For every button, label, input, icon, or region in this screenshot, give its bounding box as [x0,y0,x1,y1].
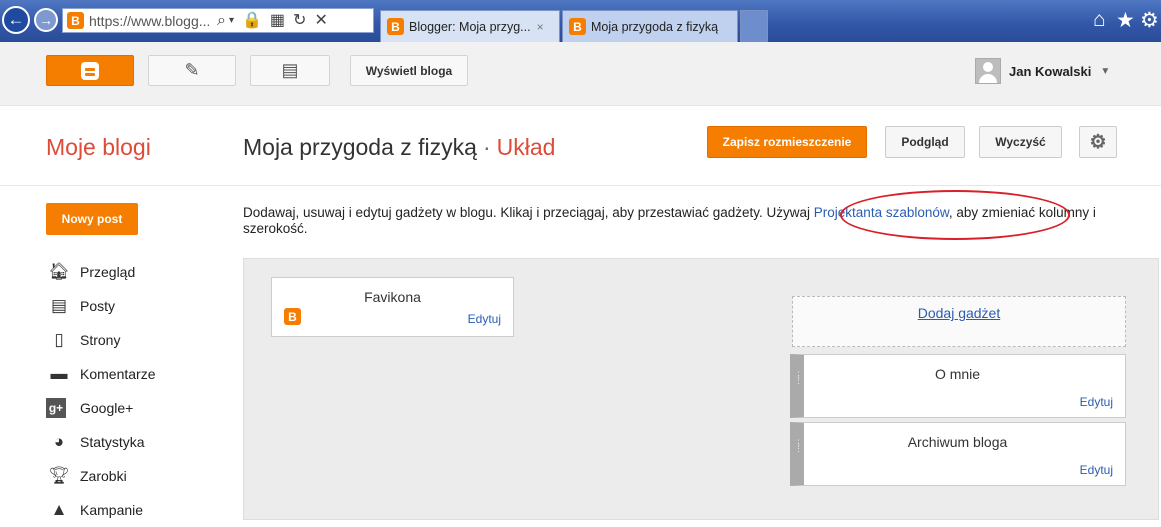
sidebar-item-label: Kampanie [80,502,144,518]
tab-label: Blogger: Moja przyg... [409,19,531,34]
sidebar-item-label: Komentarze [80,366,156,382]
annotation-circle [840,190,1070,240]
gadget-edit-link[interactable]: Edytuj [468,312,501,326]
gadget-title: O mnie [934,366,981,382]
description-text: Dodawaj, usuwaj i edytuj gadżety w blogu… [243,205,814,220]
section-name: Układ [496,134,556,160]
tab-blogger[interactable]: B Blogger: Moja przyg... × [380,10,560,42]
home-icon: 🏠︎ [48,262,70,281]
sidebar-item-overview[interactable]: 🏠︎ Przegląd [46,255,155,289]
address-bar[interactable]: B https://www.blogg... ⌕ ▾ 🔒 ▦ ↻ ✕ [62,8,374,33]
posts-list-button[interactable]: ▤ [250,55,330,86]
header-divider [0,185,1161,186]
url-text[interactable]: https://www.blogg... [89,13,209,29]
blogger-logo-icon [81,61,99,80]
campaigns-icon: ▲ [50,500,68,519]
gadget-edit-link[interactable]: Edytuj [1080,463,1113,477]
trophy-icon: 🏆︎ [48,466,70,485]
tab-label: Moja przygoda z fizyką [591,19,719,34]
favorites-star-icon[interactable]: ★ [1116,8,1135,33]
tab-blog[interactable]: B Moja przygoda z fizyką [562,10,738,42]
add-gadget-link[interactable]: Dodaj gadżet [792,296,1126,347]
clear-button[interactable]: Wyczyść [979,126,1062,158]
settings-button[interactable]: ⚙ [1079,126,1117,158]
sidebar-item-label: Statystyka [80,434,145,450]
home-icon[interactable]: ⌂ [1093,8,1106,32]
gadget-title: Archiwum bloga [907,434,1008,450]
blogger-favicon-icon: B [569,18,586,35]
sidebar-item-label: Strony [80,332,121,348]
sidebar-item-comments[interactable]: ▬ Komentarze [46,357,156,391]
dropdown-arrow-icon[interactable]: ▾ [229,13,234,29]
new-tab-button[interactable] [740,10,768,42]
gadget-favicon[interactable]: Favikona B Edytuj [271,277,514,337]
new-post-button[interactable]: Nowy post [46,203,138,235]
sidebar-item-label: Przegląd [80,264,136,280]
browser-chrome: ← → B https://www.blogg... ⌕ ▾ 🔒 ▦ ↻ ✕ B… [0,0,1161,42]
view-blog-button[interactable]: Wyświetl bloga [350,55,468,86]
drag-handle-icon[interactable]: ⋮ ⋮ [794,439,803,453]
lock-icon[interactable]: 🔒 [242,12,262,29]
search-icon[interactable]: ⌕ [217,12,226,29]
compatibility-icon[interactable]: ▦ [270,12,285,29]
sidebar-item-posts[interactable]: ▤ Posty [46,289,155,323]
preview-button[interactable]: Podgląd [885,126,965,158]
sidebar-item-label: Posty [80,298,116,314]
avatar [975,58,1001,84]
stop-icon[interactable]: ✕ [314,12,327,29]
gear-icon[interactable]: ⚙ [1140,8,1159,33]
blog-name: Moja przygoda z fizyką [243,134,477,160]
stats-icon: ◕ [53,432,65,451]
gadget-edit-link[interactable]: Edytuj [1080,395,1113,409]
sidebar-item-pages[interactable]: ▯ Strony [46,323,155,357]
forward-arrow-icon[interactable]: → [34,8,58,32]
posts-icon: ▤ [50,296,68,315]
refresh-icon[interactable]: ↻ [293,12,306,29]
blogger-favicon-icon: B [284,308,301,325]
save-layout-button[interactable]: Zapisz rozmieszczenie [707,126,867,158]
back-arrow-icon[interactable]: ← [2,6,30,34]
sidebar-item-earnings[interactable]: 🏆︎ Zarobki [46,459,155,493]
gadget-title: Favikona [364,289,421,305]
document-icon: ▤ [281,60,299,80]
sidebar-item-campaigns[interactable]: ▲ Kampanie [46,493,155,527]
close-tab-icon[interactable]: × [537,20,544,34]
sidebar-item-label: Google+ [80,400,134,416]
gadget-blog-archive[interactable]: ⋮ ⋮ Archiwum bloga Edytuj [790,422,1126,486]
sidebar-nav: 🏠︎ Przegląd ▤ Posty ▯ Strony ▬ Komentarz… [46,255,155,527]
gadget-about-me[interactable]: ⋮ ⋮ O mnie Edytuj [790,354,1126,418]
sidebar-item-google-plus[interactable]: g+ Google+ [46,391,155,425]
my-blogs-link[interactable]: Moje blogi [46,134,151,161]
gear-icon: ⚙ [1089,131,1107,153]
comments-icon: ▬ [50,364,68,383]
user-menu[interactable]: Jan Kowalski ▼ [975,58,1110,84]
blogger-logo-button[interactable] [46,55,134,86]
chevron-down-icon: ▼ [1100,65,1111,77]
pencil-icon: ✎ [184,60,200,80]
blogger-favicon-icon: B [67,12,84,29]
drag-handle-icon[interactable]: ⋮ ⋮ [794,371,803,385]
blogger-favicon-icon: B [387,18,404,35]
title-separator: · [482,134,491,160]
page-title: Moja przygoda z fizyką · Układ [243,134,555,161]
sidebar-item-stats[interactable]: ◕ Statystyka [46,425,155,459]
sidebar-item-label: Zarobki [80,468,127,484]
pages-icon: ▯ [54,330,64,349]
google-plus-icon: g+ [46,398,66,418]
user-name: Jan Kowalski [1009,63,1092,79]
new-post-button[interactable]: ✎ [148,55,236,86]
